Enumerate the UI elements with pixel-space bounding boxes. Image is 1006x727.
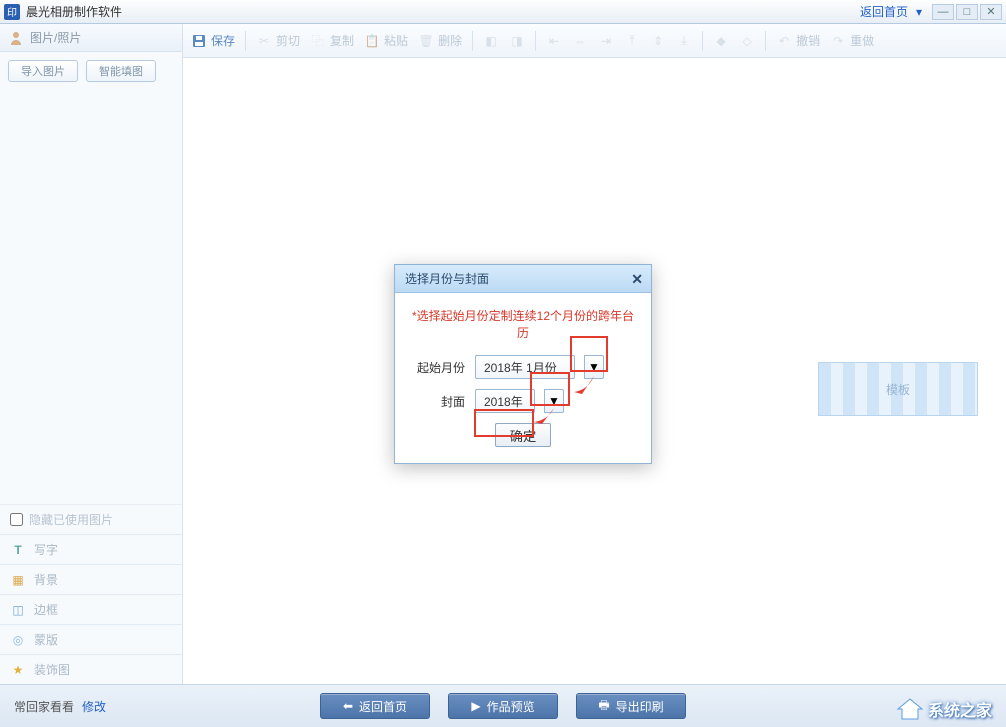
home-icon: ⬅	[343, 699, 353, 713]
cover-label: 封面	[409, 393, 465, 410]
sidebar-item-mask[interactable]: ◎ 蒙版	[0, 624, 182, 654]
tool-2[interactable]: ◨	[509, 33, 525, 49]
cut-icon: ✂	[256, 33, 272, 49]
icon-b: ◇	[739, 33, 755, 49]
hide-used-checkbox[interactable]	[10, 513, 23, 526]
icon-a: ◆	[713, 33, 729, 49]
paste-button[interactable]: 📋粘贴	[364, 32, 408, 49]
cut-button[interactable]: ✂剪切	[256, 32, 300, 49]
footer-preview-button[interactable]: ▶ 作品预览	[448, 693, 558, 719]
align-mid-icon: ⇕	[650, 33, 666, 49]
delete-button[interactable]: 🗑删除	[418, 32, 462, 49]
align-left[interactable]: ⇤	[546, 33, 562, 49]
footer-text: 常回家看看	[14, 698, 74, 715]
dialog-note: *选择起始月份定制连续12个月份的跨年台历	[409, 307, 637, 341]
align-center-icon: ⇔	[572, 33, 588, 49]
save-button[interactable]: 保存	[191, 32, 235, 49]
sidebar-item-decoration[interactable]: ★ 装饰图	[0, 654, 182, 684]
footer-home-button[interactable]: ⬅ 返回首页	[320, 693, 430, 719]
save-label: 保存	[211, 32, 235, 49]
maximize-button[interactable]: □	[956, 4, 978, 20]
import-image-button[interactable]: 导入图片	[8, 60, 78, 82]
redo-icon: ↷	[830, 33, 846, 49]
sidebar-item-label: 写字	[34, 541, 58, 558]
person-icon	[8, 30, 24, 46]
start-month-dropdown[interactable]: ▼	[584, 355, 604, 379]
home-link[interactable]: 返回首页	[860, 3, 908, 20]
template-hint: 模板	[886, 381, 910, 398]
start-month-select[interactable]: 2018年 1月份	[475, 355, 575, 379]
trash-icon: 🗑	[418, 33, 434, 49]
template-placeholder[interactable]: 模板	[818, 362, 978, 416]
sidebar-item-text[interactable]: T 写字	[0, 534, 182, 564]
month-cover-dialog: 选择月份与封面 ✕ *选择起始月份定制连续12个月份的跨年台历 起始月份 201…	[394, 264, 652, 464]
app-title: 晨光相册制作软件	[26, 3, 860, 20]
tool-b[interactable]: ◇	[739, 33, 755, 49]
align-bottom[interactable]: ⤓	[676, 33, 692, 49]
redo-button[interactable]: ↷重做	[830, 32, 874, 49]
watermark: 系统之家	[896, 697, 992, 721]
sidebar-item-label: 边框	[34, 601, 58, 618]
undo-button[interactable]: ↶撤销	[776, 32, 820, 49]
align-right[interactable]: ⇥	[598, 33, 614, 49]
align-mid[interactable]: ⇕	[650, 33, 666, 49]
tool-a[interactable]: ◆	[713, 33, 729, 49]
minimize-button[interactable]: —	[932, 4, 954, 20]
hide-used-label: 隐藏已使用图片	[29, 511, 113, 528]
sidebar: 图片/照片 导入图片 智能填图 隐藏已使用图片 T 写字 ▦ 背景 ◫ 边框 ◎…	[0, 24, 183, 684]
close-button[interactable]: ✕	[980, 4, 1002, 20]
preview-icon: ▶	[471, 699, 480, 713]
sidebar-header-label: 图片/照片	[30, 29, 81, 46]
start-month-label: 起始月份	[409, 359, 465, 376]
align-left-icon: ⇤	[546, 33, 562, 49]
dialog-ok-button[interactable]: 确定	[495, 423, 551, 447]
sidebar-item-label: 背景	[34, 571, 58, 588]
footer-export-button[interactable]: 🖶 导出印刷	[576, 693, 686, 719]
align-right-icon: ⇥	[598, 33, 614, 49]
copy-icon: ⿻	[310, 33, 326, 49]
sidebar-item-label: 蒙版	[34, 631, 58, 648]
dialog-title: 选择月份与封面	[405, 270, 489, 287]
app-icon: 印	[4, 4, 20, 20]
star-icon: ★	[10, 662, 26, 678]
align-bottom-icon: ⤓	[676, 33, 692, 49]
sidebar-header: 图片/照片	[0, 24, 182, 52]
cover-select[interactable]: 2018年	[475, 389, 535, 413]
cover-dropdown[interactable]: ▼	[544, 389, 564, 413]
text-icon: T	[10, 542, 26, 558]
align-center[interactable]: ⇔	[572, 33, 588, 49]
layer-icon: ◧	[483, 33, 499, 49]
background-icon: ▦	[10, 572, 26, 588]
sidebar-item-label: 装饰图	[34, 661, 70, 678]
sidebar-item-border[interactable]: ◫ 边框	[0, 594, 182, 624]
smart-fill-button[interactable]: 智能填图	[86, 60, 156, 82]
align-top-icon: ⤒	[624, 33, 640, 49]
dialog-close-button[interactable]: ✕	[631, 271, 643, 288]
export-icon: 🖶	[598, 696, 609, 717]
copy-button[interactable]: ⿻复制	[310, 32, 354, 49]
border-icon: ◫	[10, 602, 26, 618]
paste-icon: 📋	[364, 33, 380, 49]
tool-1[interactable]: ◧	[483, 33, 499, 49]
mask-icon: ◎	[10, 632, 26, 648]
undo-icon: ↶	[776, 33, 792, 49]
layer2-icon: ◨	[509, 33, 525, 49]
watermark-house-icon	[896, 697, 924, 721]
save-icon	[191, 33, 207, 49]
align-top[interactable]: ⤒	[624, 33, 640, 49]
home-dropdown-icon[interactable]: ▾	[916, 5, 922, 19]
toolbar: 保存 ✂剪切 ⿻复制 📋粘贴 🗑删除 ◧ ◨ ⇤ ⇔ ⇥ ⤒ ⇕ ⤓ ◆ ◇ ↶…	[183, 24, 1006, 58]
modify-link[interactable]: 修改	[82, 698, 106, 715]
sidebar-image-list	[0, 90, 182, 504]
sidebar-item-background[interactable]: ▦ 背景	[0, 564, 182, 594]
